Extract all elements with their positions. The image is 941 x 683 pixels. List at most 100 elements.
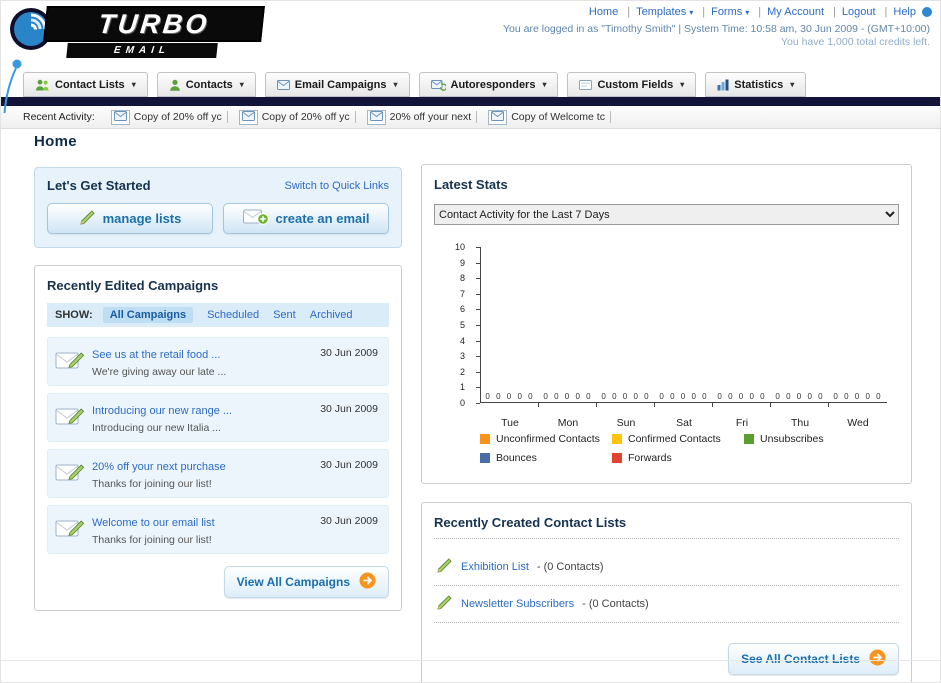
- top-nav-link[interactable]: Forms ▾: [711, 6, 767, 18]
- campaign-date: 30 Jun 2009: [320, 459, 378, 471]
- footer-divider: [1, 660, 940, 661]
- get-started-title: Let's Get Started: [47, 178, 151, 193]
- envelope-icon: [238, 109, 258, 125]
- manage-lists-button[interactable]: manage lists: [47, 203, 213, 234]
- nav-tab-label: Contact Lists: [55, 78, 125, 91]
- nav-tab-icon: [717, 79, 729, 91]
- legend-swatch: [480, 453, 490, 463]
- nav-tab-icon: [579, 79, 593, 91]
- view-all-campaigns-button[interactable]: View All Campaigns: [223, 566, 389, 598]
- nav-tab-label: Statistics: [734, 78, 784, 91]
- recent-activity-item[interactable]: Copy of 20% off yc: [110, 109, 228, 125]
- create-email-button[interactable]: create an email: [223, 203, 389, 234]
- contact-list-count: - (0 Contacts): [536, 561, 604, 573]
- y-tick-mark: [476, 371, 480, 373]
- legend-item: Unconfirmed Contacts: [480, 433, 612, 445]
- nav-tab[interactable]: Email Campaigns ▾: [264, 72, 410, 97]
- campaign-filter-tabs: SHOW: All Campaigns Scheduled Sent Archived: [47, 303, 389, 327]
- top-nav-link[interactable]: Home: [589, 6, 636, 18]
- nav-divider-bar: [1, 97, 940, 106]
- recent-activity-item[interactable]: 20% off your next: [366, 109, 478, 125]
- recent-activity-item[interactable]: Copy of Welcome tc: [488, 109, 611, 125]
- nav-tab-label: Email Campaigns: [294, 78, 387, 91]
- campaign-date: 30 Jun 2009: [320, 347, 378, 359]
- contact-list-item[interactable]: Newsletter Subscribers - (0 Contacts): [434, 586, 899, 623]
- chart-groups: 0 0 0 0 0 0 0 0 0 0 0 0 0 0 0 0 0 0 0 0 0 0 …: [481, 247, 887, 407]
- y-tick-mark: [476, 387, 480, 389]
- envelope-plus-icon: [242, 208, 269, 229]
- top-nav-link[interactable]: Logout: [842, 6, 894, 18]
- legend-swatch: [612, 453, 622, 463]
- campaign-date: 30 Jun 2009: [320, 515, 378, 527]
- logo-subtitle: EMAIL: [66, 43, 218, 58]
- campaign-item[interactable]: See us at the retail food ... We're givi…: [47, 337, 389, 386]
- chevron-down-icon: ▾: [393, 80, 398, 89]
- chart-value-labels: 0 0 0 0 0: [601, 392, 651, 401]
- contact-list-count: - (0 Contacts): [582, 598, 649, 610]
- x-tick-label: Wed: [847, 417, 869, 429]
- campaign-item[interactable]: 20% off your next purchase Thanks for jo…: [47, 449, 389, 498]
- x-tick-label: Fri: [735, 417, 749, 429]
- logo-tail-icon: [3, 59, 25, 120]
- nav-tab[interactable]: Statistics ▾: [705, 72, 807, 97]
- campaign-tab[interactable]: All Campaigns: [102, 307, 194, 323]
- top-nav-link[interactable]: Help: [893, 6, 916, 18]
- campaign-tab[interactable]: Scheduled: [207, 309, 259, 321]
- campaign-envelope-pencil-icon: [55, 346, 86, 377]
- y-tick-mark: [476, 247, 480, 248]
- legend-item: Forwards: [612, 452, 744, 464]
- y-tick-label: 5: [459, 320, 465, 330]
- chart-legend: Unconfirmed Contacts Confirmed Contacts …: [480, 433, 899, 471]
- see-all-contact-lists-button[interactable]: See All Contact Lists: [728, 643, 899, 675]
- panel-title: Recently Created Contact Lists: [434, 515, 899, 539]
- nav-tab-icon: [35, 79, 50, 91]
- top-nav-link[interactable]: My Account: [767, 6, 842, 18]
- campaign-link[interactable]: Introducing our new range ...: [92, 405, 232, 417]
- stats-period-select[interactable]: Contact Activity for the Last 7 Days: [434, 204, 899, 225]
- campaign-tab[interactable]: Sent: [273, 309, 296, 321]
- y-tick-mark: [476, 278, 480, 280]
- campaign-tab[interactable]: Archived: [310, 309, 353, 321]
- stats-chart: 0 1 2 3 4 5 6 7 8 9 10 0 0 0 0 00 0 0 0 00 0 0 0 0…: [434, 241, 899, 431]
- campaign-link[interactable]: See us at the retail food ...: [92, 349, 220, 361]
- campaign-link[interactable]: 20% off your next purchase: [92, 461, 226, 473]
- y-tick-mark: [476, 340, 480, 342]
- campaign-link[interactable]: Welcome to our email list: [92, 517, 215, 529]
- chart-value-labels: 0 0 0 0 0: [775, 392, 825, 401]
- chart-x-axis: [480, 402, 887, 403]
- campaign-item[interactable]: Welcome to our email list Thanks for joi…: [47, 505, 389, 554]
- chart-day-labels: Tue Mon Sun Sat Fri Thu Wed: [481, 417, 887, 429]
- top-nav-link[interactable]: Templates ▾: [636, 6, 711, 18]
- envelope-icon: [488, 109, 508, 125]
- recent-activity-item[interactable]: Copy of 20% off yc: [238, 109, 356, 125]
- y-tick-label: 2: [459, 366, 465, 377]
- logo-title: TURBO: [43, 6, 265, 42]
- nav-tab[interactable]: Contacts ▾: [156, 72, 256, 97]
- nav-tab[interactable]: Autoresponders ▾: [418, 72, 559, 97]
- chart-group: 0 0 0 0 0: [829, 247, 887, 402]
- legend-label: Confirmed Contacts: [628, 433, 721, 445]
- campaign-item[interactable]: Introducing our new range ... Introducin…: [47, 393, 389, 442]
- recent-activity-bar: Recent Activity: Copy of 20% off yc Copy…: [1, 106, 940, 129]
- main-nav: Contact Lists ▾ Contacts ▾ Email Campaig…: [1, 70, 940, 97]
- legend-label: Unsubscribes: [760, 433, 824, 445]
- panel-title: Recently Edited Campaigns: [47, 278, 219, 293]
- switch-quick-links-link[interactable]: Switch to Quick Links: [284, 180, 389, 192]
- nav-tab[interactable]: Contact Lists ▾: [23, 72, 148, 97]
- nav-tab[interactable]: Custom Fields ▾: [567, 72, 697, 97]
- campaign-subtitle: We're giving away our late ...: [92, 366, 227, 378]
- chart-group: 0 0 0 0 0: [713, 247, 771, 407]
- contact-list-link[interactable]: Exhibition List: [461, 561, 529, 573]
- legend-label: Unconfirmed Contacts: [496, 433, 600, 445]
- legend-swatch: [744, 434, 754, 444]
- y-tick-mark: [476, 325, 480, 326]
- x-tick-label: Mon: [557, 417, 579, 429]
- contact-list-link[interactable]: Newsletter Subscribers: [461, 598, 574, 610]
- campaign-date: 30 Jun 2009: [320, 403, 378, 415]
- contact-list-item[interactable]: Exhibition List - (0 Contacts): [434, 549, 899, 586]
- legend-swatch: [480, 434, 490, 444]
- logo: TURBO EMAIL: [9, 5, 279, 61]
- y-tick-label: 9: [459, 257, 465, 268]
- legend-swatch: [612, 434, 622, 444]
- envelope-icon: [110, 109, 130, 125]
